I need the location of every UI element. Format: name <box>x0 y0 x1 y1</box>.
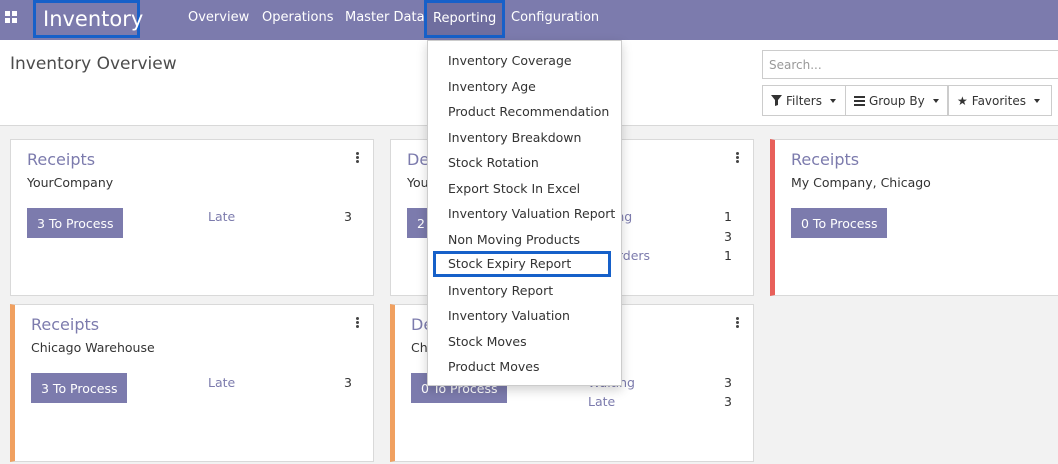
kanban-card[interactable]: Receipts Chicago Warehouse 3 To Process … <box>10 304 374 462</box>
menu-item-product-moves[interactable]: Product Moves <box>448 359 539 374</box>
late-count: 3 <box>344 209 352 224</box>
to-process-button[interactable]: 3 To Process <box>31 373 128 403</box>
menu-item-inventory-report[interactable]: Inventory Report <box>448 283 553 298</box>
waiting-count: 3 <box>724 375 732 390</box>
menu-item-product-recommendation[interactable]: Product Recommendation <box>448 104 609 119</box>
kebab-menu-icon[interactable] <box>736 152 739 163</box>
menu-item-inventory-age[interactable]: Inventory Age <box>448 79 536 94</box>
menu-reporting[interactable]: Reporting <box>424 0 506 38</box>
star-icon: ★ <box>957 93 968 108</box>
card-company: My Company, Chicago <box>791 175 931 190</box>
late-link[interactable]: Late <box>208 209 235 224</box>
to-process-button[interactable]: 0 To Process <box>791 208 888 238</box>
list-icon <box>854 95 865 106</box>
kebab-menu-icon[interactable] <box>736 317 739 328</box>
filters-label: Filters <box>786 93 822 108</box>
caret-down-icon <box>829 98 836 103</box>
group-by-button[interactable]: Group By <box>845 85 948 116</box>
menu-item-non-moving-products[interactable]: Non Moving Products <box>448 232 580 247</box>
filter-icon <box>771 95 782 106</box>
menu-item-inventory-coverage[interactable]: Inventory Coverage <box>448 53 572 68</box>
menu-overview[interactable]: Overview <box>188 0 249 38</box>
waiting-count: 1 <box>724 209 732 224</box>
orders-count: 1 <box>724 248 732 263</box>
top-navbar: Inventory Overview Operations Master Dat… <box>0 0 1058 40</box>
stat-count: 3 <box>724 229 732 244</box>
menu-item-inventory-valuation-report[interactable]: Inventory Valuation Report <box>448 206 615 221</box>
late-count: 3 <box>344 375 352 390</box>
card-company: YourCompany <box>27 175 114 190</box>
card-title[interactable]: Receipts <box>791 150 859 169</box>
card-company: You <box>407 175 429 190</box>
menu-item-stock-expiry-report[interactable]: Stock Expiry Report <box>433 251 611 277</box>
late-link[interactable]: Late <box>588 394 615 409</box>
card-company: Chicago Warehouse <box>31 340 155 355</box>
app-brand[interactable]: Inventory <box>33 0 143 38</box>
favorites-button[interactable]: ★ Favorites <box>948 85 1052 116</box>
menu-master-data[interactable]: Master Data <box>345 0 425 38</box>
late-count: 3 <box>724 394 732 409</box>
menu-item-inventory-valuation[interactable]: Inventory Valuation <box>448 308 570 323</box>
search-input[interactable] <box>763 51 1058 78</box>
menu-item-inventory-breakdown[interactable]: Inventory Breakdown <box>448 130 581 145</box>
card-title[interactable]: Receipts <box>27 150 95 169</box>
kebab-menu-icon[interactable] <box>356 317 359 328</box>
page-title: Inventory Overview <box>10 54 177 74</box>
apps-grid-icon[interactable] <box>5 11 17 23</box>
menu-configuration[interactable]: Configuration <box>511 0 599 38</box>
favorites-label: Favorites <box>971 93 1026 108</box>
card-title[interactable]: De <box>407 150 429 169</box>
kanban-card[interactable]: Receipts YourCompany 3 To Process Late 3 <box>10 139 374 296</box>
menu-item-export-stock-in-excel[interactable]: Export Stock In Excel <box>448 181 580 196</box>
to-process-button[interactable]: 3 To Process <box>27 208 124 238</box>
group-by-label: Group By <box>869 93 925 108</box>
reporting-dropdown-menu: Inventory Coverage Inventory Age Product… <box>427 40 622 386</box>
search-box[interactable] <box>762 50 1058 79</box>
menu-operations[interactable]: Operations <box>262 0 333 38</box>
kanban-card[interactable]: Receipts My Company, Chicago 0 To Proces… <box>770 139 1058 296</box>
filters-button[interactable]: Filters <box>762 85 846 116</box>
late-link[interactable]: Late <box>208 375 235 390</box>
kebab-menu-icon[interactable] <box>356 152 359 163</box>
card-title[interactable]: Receipts <box>31 315 99 334</box>
caret-down-icon <box>1033 98 1040 103</box>
caret-down-icon <box>932 98 939 103</box>
menu-item-stock-moves[interactable]: Stock Moves <box>448 334 527 349</box>
menu-item-stock-rotation[interactable]: Stock Rotation <box>448 155 539 170</box>
